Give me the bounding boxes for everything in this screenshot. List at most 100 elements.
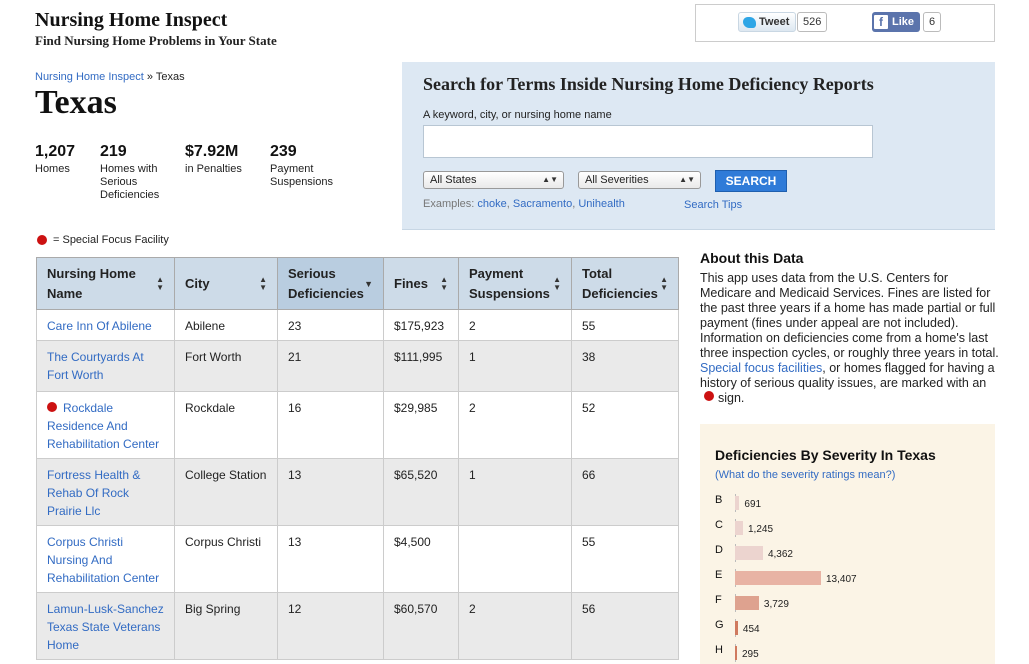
column-header-city[interactable]: City ▲ ▼ xyxy=(174,257,278,310)
twitter-bird-icon xyxy=(743,16,756,28)
cell-name: Care Inn Of Abilene xyxy=(36,309,175,341)
severity-bar xyxy=(735,646,737,660)
tweet-button[interactable]: Tweet xyxy=(738,12,797,32)
table-row: Care Inn Of Abilene Abilene 23 $175,923 … xyxy=(36,309,679,341)
severity-bar xyxy=(735,621,738,635)
column-header-payment-suspensions[interactable]: Payment Suspensions ▲ ▼ xyxy=(458,257,572,310)
select-arrows-icon: ▲▼ xyxy=(679,175,695,184)
cell-total: 66 xyxy=(571,458,679,526)
stat-homes: 1,207 Homes xyxy=(35,143,95,176)
stat-label: Homes xyxy=(35,163,70,175)
severity-value-label: 4,362 xyxy=(767,549,793,560)
breadcrumb-current: Texas xyxy=(155,71,185,83)
severity-value-label: 691 xyxy=(744,499,762,510)
severity-chart-panel: Deficiencies By Severity In Texas (What … xyxy=(700,424,995,664)
severity-row-h: H 295 xyxy=(715,644,975,662)
stat-value: $7.92M xyxy=(185,143,239,160)
search-examples: Examples: choke, Sacramento, Unihealth xyxy=(423,198,625,210)
stat-value: 1,207 xyxy=(35,143,76,160)
home-name-link[interactable]: Care Inn Of Abilene xyxy=(47,319,152,333)
severity-value-label: 3,729 xyxy=(763,599,789,610)
sort-arrows-icon: ▲ ▼ xyxy=(660,274,668,292)
site-title[interactable]: Nursing Home Inspect xyxy=(35,9,227,32)
sort-descending-icon: ▼ xyxy=(364,278,373,289)
column-header-fines[interactable]: Fines ▲ ▼ xyxy=(383,257,459,310)
stat-suspensions: 239 Payment Suspensions xyxy=(270,143,350,189)
about-text-1: This app uses data from the U.S. Centers… xyxy=(700,271,999,360)
severities-select[interactable]: All Severities ▲▼ xyxy=(578,171,701,189)
cell-total: 38 xyxy=(571,340,679,392)
severity-letter: F xyxy=(715,594,722,606)
cell-city: Rockdale xyxy=(174,391,278,459)
severity-row-c: C 1,245 xyxy=(715,519,975,537)
special-focus-link[interactable]: Special focus facilities xyxy=(700,361,822,375)
stat-value: 239 xyxy=(270,143,297,160)
severity-ratings-link[interactable]: (What do the severity ratings mean?) xyxy=(715,469,895,481)
cell-city: Big Spring xyxy=(174,592,278,660)
search-button[interactable]: SEARCH xyxy=(715,170,787,192)
home-name-link[interactable]: Rockdale Residence And Rehabilitation Ce… xyxy=(47,401,159,451)
like-label: Like xyxy=(892,16,915,28)
site-tagline: Find Nursing Home Problems in Your State xyxy=(35,33,277,48)
search-input[interactable] xyxy=(423,125,873,158)
severity-bar xyxy=(735,596,759,610)
cell-name: Lamun-Lusk-Sanchez Texas State Veterans … xyxy=(36,592,175,660)
about-text-3: sign. xyxy=(718,391,745,405)
search-tips-link[interactable]: Search Tips xyxy=(684,199,742,211)
severity-row-e: E 13,407 xyxy=(715,569,975,587)
cell-name: Fortress Health & Rehab Of Rock Prairie … xyxy=(36,458,175,526)
home-name-link[interactable]: Corpus Christi Nursing And Rehabilitatio… xyxy=(47,535,159,585)
table-row: Rockdale Residence And Rehabilitation Ce… xyxy=(36,391,679,459)
severity-letter: C xyxy=(715,519,723,531)
table-header-row: Nursing Home Name ▲ ▼ City ▲ ▼ Serious Defic… xyxy=(36,257,679,310)
facebook-icon: f xyxy=(874,15,888,29)
column-header-name[interactable]: Nursing Home Name ▲ ▼ xyxy=(36,257,175,310)
home-name-link[interactable]: Lamun-Lusk-Sanchez Texas State Veterans … xyxy=(47,602,164,652)
cell-fines: $111,995 xyxy=(383,340,459,392)
table-row: The Courtyards At Fort Worth Fort Worth … xyxy=(36,340,679,392)
severities-select-value: All Severities xyxy=(585,174,649,186)
page-title: Texas xyxy=(35,84,117,121)
example-link[interactable]: Unihealth xyxy=(578,198,624,210)
search-panel: Search for Terms Inside Nursing Home Def… xyxy=(402,62,995,230)
social-share-box: Tweet 526 f Like 6 xyxy=(695,4,995,42)
tweet-label: Tweet xyxy=(759,16,790,28)
cell-suspensions xyxy=(458,525,572,593)
severity-value-label: 454 xyxy=(742,624,760,635)
cell-serious: 21 xyxy=(277,340,384,392)
cell-suspensions: 2 xyxy=(458,309,572,341)
breadcrumb-home-link[interactable]: Nursing Home Inspect xyxy=(35,71,144,83)
about-text: This app uses data from the U.S. Centers… xyxy=(700,271,1000,406)
table-row: Lamun-Lusk-Sanchez Texas State Veterans … xyxy=(36,592,679,660)
severity-row-b: B 691 xyxy=(715,494,975,512)
column-header-serious-deficiencies[interactable]: Serious Deficiencies ▼ xyxy=(277,257,384,310)
severity-bar xyxy=(735,546,763,560)
states-select[interactable]: All States ▲▼ xyxy=(423,171,564,189)
home-name-link[interactable]: Fortress Health & Rehab Of Rock Prairie … xyxy=(47,468,140,518)
severity-letter: B xyxy=(715,494,723,506)
severity-bar xyxy=(735,571,821,585)
example-link[interactable]: choke xyxy=(477,198,506,210)
cell-city: College Station xyxy=(174,458,278,526)
stat-label: Payment Suspensions xyxy=(270,163,333,188)
home-name-link[interactable]: The Courtyards At Fort Worth xyxy=(47,350,144,382)
table-row: Fortress Health & Rehab Of Rock Prairie … xyxy=(36,458,679,526)
stat-label: in Penalties xyxy=(185,163,242,175)
stat-value: 219 xyxy=(100,143,127,160)
cell-serious: 12 xyxy=(277,592,384,660)
severity-value-label: 13,407 xyxy=(826,574,857,585)
column-header-total-deficiencies[interactable]: Total Deficiencies ▲ ▼ xyxy=(571,257,679,310)
nursing-homes-table: Nursing Home Name ▲ ▼ City ▲ ▼ Serious Defic… xyxy=(36,257,679,660)
example-link[interactable]: Sacramento xyxy=(513,198,572,210)
cell-name: Corpus Christi Nursing And Rehabilitatio… xyxy=(36,525,175,593)
facebook-like-button[interactable]: f Like xyxy=(872,12,921,32)
about-heading: About this Data xyxy=(700,250,804,266)
cell-suspensions: 1 xyxy=(458,340,572,392)
states-select-value: All States xyxy=(430,174,477,186)
cell-serious: 23 xyxy=(277,309,384,341)
cell-total: 52 xyxy=(571,391,679,459)
severity-bar xyxy=(735,521,743,535)
search-input-label: A keyword, city, or nursing home name xyxy=(423,109,612,121)
breadcrumb-separator: » xyxy=(143,71,156,83)
tweet-count: 526 xyxy=(797,12,828,32)
